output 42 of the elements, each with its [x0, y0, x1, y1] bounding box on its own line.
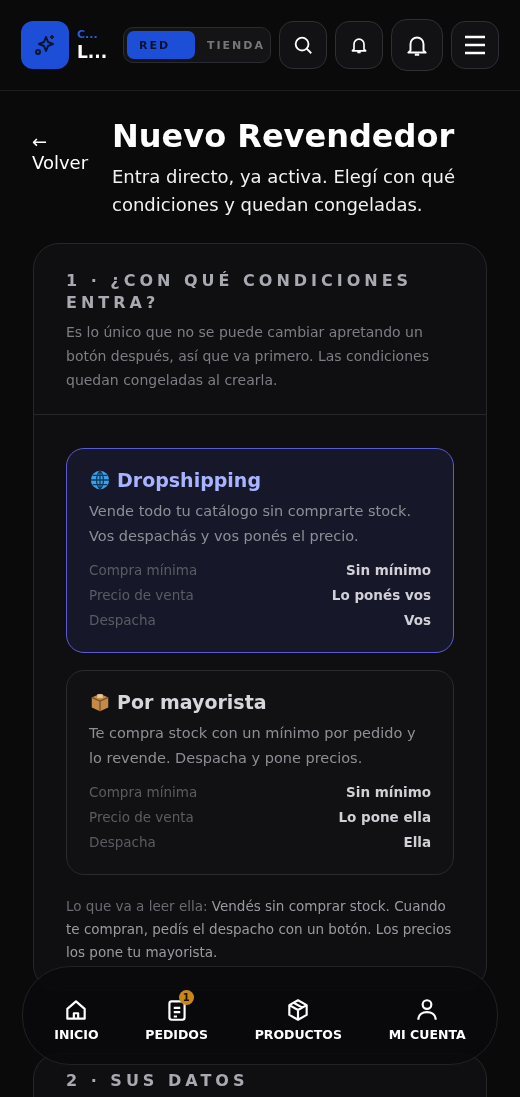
- term-value: Lo pone ella: [338, 808, 431, 827]
- term-label: Precio de venta: [89, 586, 194, 605]
- option-title: Por mayorista: [117, 691, 267, 713]
- option-title: Dropshipping: [117, 469, 261, 491]
- globe-icon: [89, 469, 111, 491]
- term-label: Compra mínima: [89, 561, 198, 580]
- page-subtitle: Entra directo, ya activa. Elegí con qué condiciones y quedan congeladas.: [112, 165, 456, 217]
- option-card[interactable]: Dropshipping Vende todo tu catálogo sin comprarte stock. Vos despachás y vos ponés el precio. Compra mínima Sin mínimo Precio de venta Lo ponés vos Despacha Vos: [66, 448, 454, 653]
- term-label: Despacha: [89, 833, 156, 852]
- menu-icon: [463, 34, 487, 56]
- nav-item[interactable]: 1 PEDIDOS: [145, 989, 208, 1042]
- option-description: Vende todo tu catálogo sin comprarte stock. Vos despachás y vos ponés el precio.: [89, 502, 413, 546]
- back-link[interactable]: ← Volver: [32, 131, 96, 219]
- nav-item[interactable]: PRODUCTOS: [254, 989, 342, 1042]
- term-value: Sin mínimo: [346, 561, 431, 580]
- mode-tab[interactable]: TIENDA: [195, 31, 267, 59]
- term-value: Sin mínimo: [346, 783, 431, 802]
- brand-name: L...: [77, 42, 109, 62]
- section-description: Es lo único que no se puede cambiar apretando un botón después, así que va primero. Las condiciones quedan congeladas al crearla.: [66, 323, 430, 390]
- option-card[interactable]: Por mayorista Te compra stock con un mínimo por pedido y lo revende. Despacha y pone precios. Compra mínima Sin mínimo Precio de venta Lo pone ella Despacha Ella: [66, 670, 454, 875]
- bell-button[interactable]: [391, 19, 443, 71]
- search-button[interactable]: [279, 21, 327, 69]
- term-value: Ella: [403, 833, 431, 852]
- term-value: Lo ponés vos: [331, 586, 431, 605]
- menu-button[interactable]: [451, 21, 499, 69]
- box-icon: [89, 691, 111, 713]
- option-description: Te compra stock con un mínimo por pedido y lo revende. Despacha y pone precios.: [89, 724, 417, 768]
- nav-item[interactable]: INICIO: [54, 989, 99, 1042]
- search-icon: [292, 34, 314, 56]
- term-label: Despacha: [89, 611, 156, 630]
- term-label: Precio de venta: [89, 808, 194, 827]
- brand-subtitle: C...: [77, 28, 99, 41]
- section-title: 2 · SUS DATOS: [66, 1070, 250, 1092]
- preview-text: Lo que va a leer ella: Vendés sin comprar stock. Cuando te compran, pedís el despacho con un botón. Los precios los pone tu mayorista.: [66, 897, 453, 962]
- term-value: Vos: [403, 611, 431, 630]
- section-title: 1 · ¿CON QUÉ CONDICIONES ENTRA?: [66, 270, 414, 314]
- page-title: Nuevo Revendedor: [112, 117, 456, 155]
- bell-button[interactable]: [335, 21, 383, 69]
- sparkle-icon[interactable]: [21, 21, 69, 69]
- count-badge: 1: [178, 990, 194, 1005]
- term-label: Compra mínima: [89, 783, 198, 802]
- nav-item[interactable]: MI CUENTA: [388, 989, 466, 1042]
